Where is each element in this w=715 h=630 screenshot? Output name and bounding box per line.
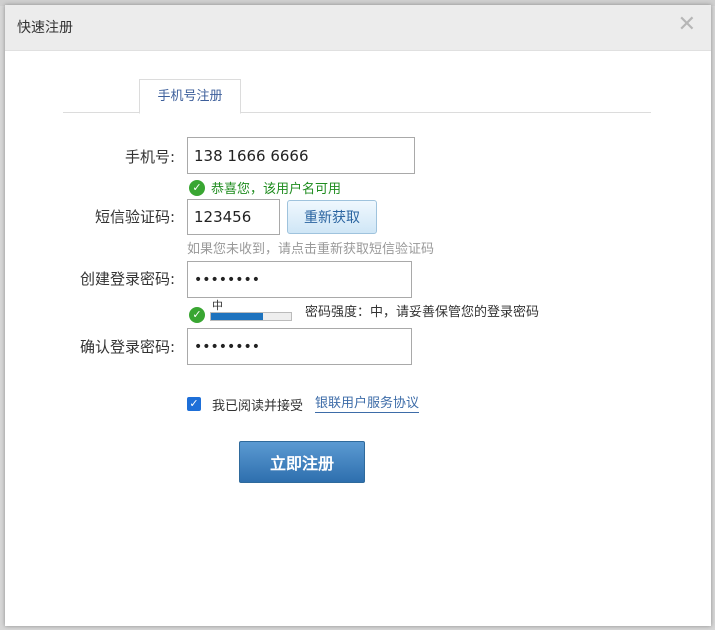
sms-code-input[interactable]: 123456 — [187, 199, 280, 235]
agree-text: 我已阅读并接受 — [212, 399, 304, 414]
agree-checkbox[interactable]: ✓ — [187, 397, 201, 411]
refetch-code-button[interactable]: 重新获取 — [287, 200, 377, 234]
register-button[interactable]: 立即注册 — [239, 441, 365, 483]
phone-label: 手机号: — [124, 148, 175, 166]
password-label: 创建登录密码: — [79, 270, 175, 288]
sms-label: 短信验证码: — [94, 208, 175, 226]
strength-level: 中 — [212, 299, 223, 312]
strength-text: 密码强度：中，请妥善保管您的登录密码 — [305, 305, 540, 320]
password-input[interactable]: •••••••• — [187, 261, 412, 298]
confirm-password-input[interactable]: •••••••• — [187, 328, 412, 365]
phone-hint: 恭喜您，该用户名可用 — [211, 182, 342, 197]
phone-input[interactable]: 138 1666 6666 — [187, 137, 415, 174]
check-icon: ✓ — [189, 307, 205, 323]
dialog-title: 快速注册 — [17, 20, 73, 36]
close-icon[interactable]: ✕ — [678, 13, 696, 37]
strength-fill — [211, 313, 263, 320]
dialog-header: 快速注册 ✕ — [5, 5, 711, 51]
check-icon: ✓ — [189, 180, 205, 196]
tab-phone-register[interactable]: 手机号注册 — [139, 79, 241, 114]
register-dialog: 快速注册 ✕ 手机号注册 手机号: 138 1666 6666 ✓ 恭喜您，该用… — [5, 5, 711, 626]
service-agreement-link[interactable]: 银联用户服务协议 — [315, 395, 420, 413]
password-strength-bar — [210, 312, 292, 321]
sms-hint: 如果您未收到，请点击重新获取短信验证码 — [187, 242, 435, 257]
confirm-label: 确认登录密码: — [79, 338, 175, 356]
